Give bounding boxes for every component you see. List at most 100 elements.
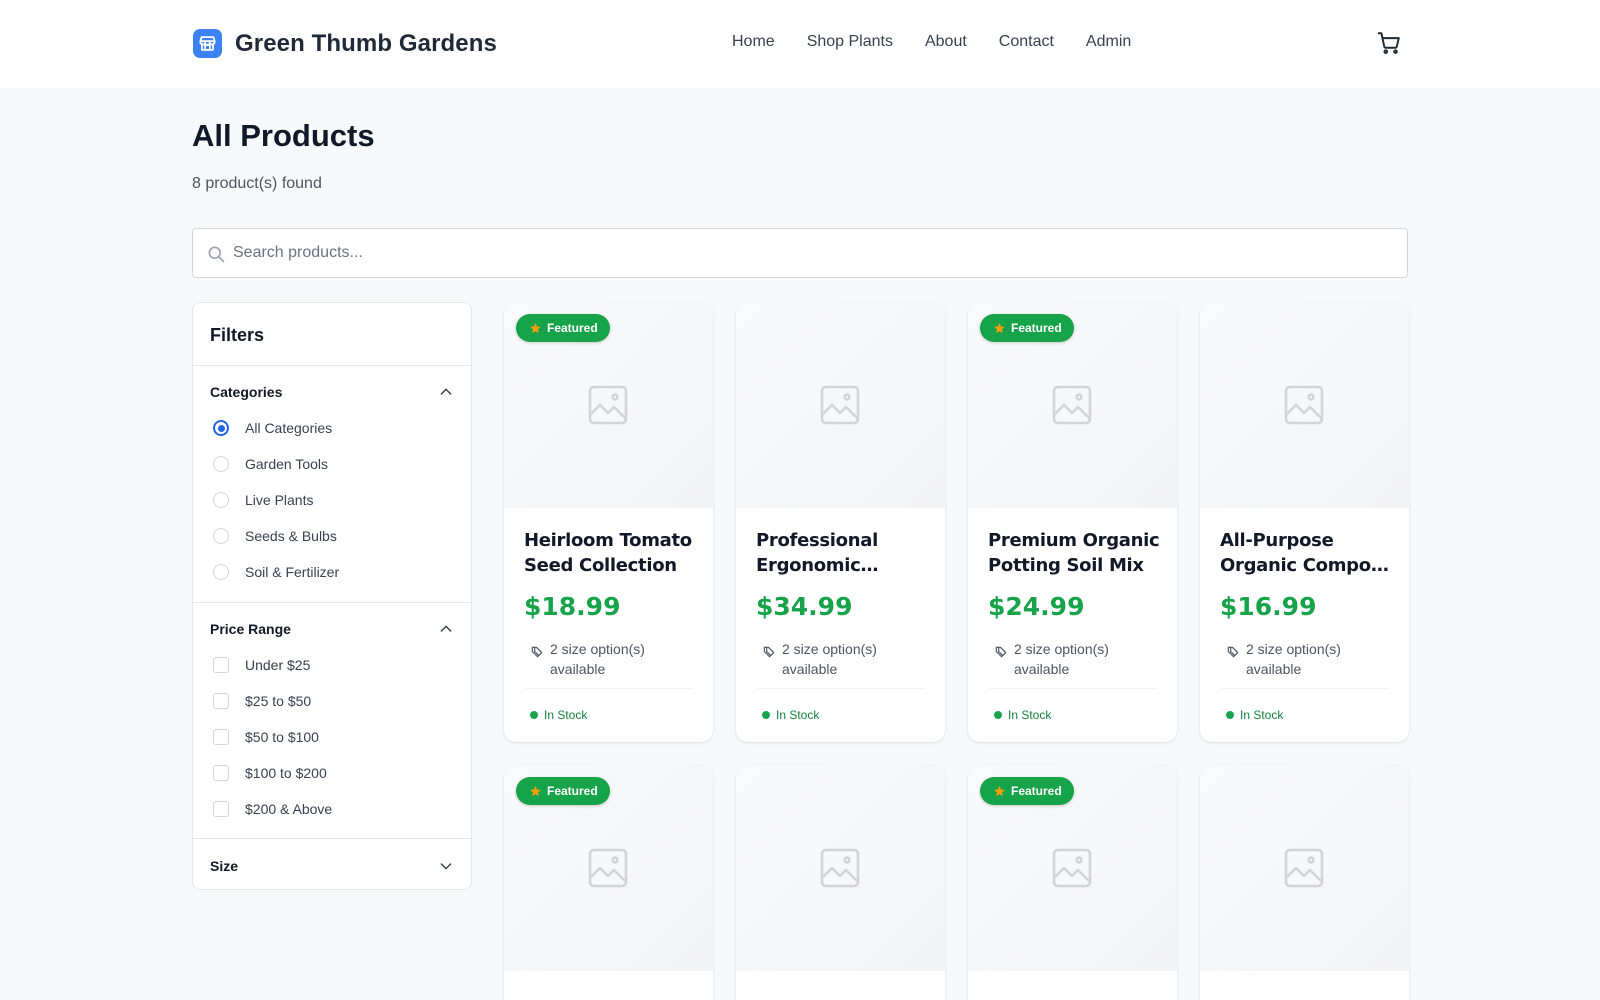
chevron-up-icon[interactable] — [438, 384, 454, 400]
stock-label: In Stock — [1240, 708, 1284, 722]
category-label: All Categories — [245, 420, 333, 436]
category-label: Live Plants — [245, 492, 314, 508]
image-placeholder-icon — [816, 844, 864, 892]
divider — [524, 688, 693, 689]
stock-dot-icon — [994, 711, 1002, 719]
product-name[interactable]: Heirloom Tomato Seed Collection — [524, 528, 698, 578]
chevron-up-icon[interactable] — [438, 621, 454, 637]
price-option-25-50[interactable]: $25 to $50 — [213, 691, 311, 711]
categories-title[interactable]: Categories — [210, 384, 282, 400]
tag-icon — [1226, 644, 1240, 658]
product-card[interactable]: Professional Ergonomic Pruning Shears $34… — [736, 302, 945, 742]
category-option-seeds-bulbs[interactable]: Seeds & Bulbs — [213, 526, 337, 546]
price-option-50-100[interactable]: $50 to $100 — [213, 727, 319, 747]
radio-button[interactable] — [213, 528, 229, 544]
star-icon — [529, 322, 542, 335]
stock-label: In Stock — [1008, 708, 1052, 722]
product-card[interactable] — [736, 765, 945, 1000]
featured-badge: Featured — [980, 777, 1074, 805]
nav-about[interactable]: About — [925, 33, 967, 51]
image-placeholder-icon — [816, 381, 864, 429]
price-range-title[interactable]: Price Range — [210, 621, 291, 637]
divider — [193, 602, 471, 603]
price-label: $25 to $50 — [245, 693, 312, 709]
product-price: $34.99 — [756, 592, 853, 621]
product-name[interactable]: Premium Organic Potting Soil Mix — [988, 528, 1162, 578]
price-option-200-above[interactable]: $200 & Above — [213, 799, 332, 819]
radio-button[interactable] — [213, 492, 229, 508]
category-label: Soil & Fertilizer — [245, 564, 340, 580]
checkbox[interactable] — [213, 657, 229, 673]
checkbox[interactable] — [213, 801, 229, 817]
product-name[interactable]: All-Purpose Organic Compost Blend — [1220, 528, 1394, 578]
product-image[interactable] — [1200, 302, 1409, 508]
product-card[interactable]: All-Purpose Organic Compost Blend $16.99 2… — [1200, 302, 1409, 742]
stock-label: In Stock — [776, 708, 820, 722]
size-options: 2 size option(s) available — [524, 639, 694, 679]
category-option-all[interactable]: All Categories — [213, 418, 332, 438]
size-options: 2 size option(s) available — [1220, 639, 1390, 679]
product-card[interactable]: Featured Heirloom Tomato Seed Collection $… — [504, 302, 713, 742]
checkbox[interactable] — [213, 765, 229, 781]
nav-shop-plants[interactable]: Shop Plants — [807, 33, 893, 51]
price-option-under-25[interactable]: Under $25 — [213, 655, 310, 675]
filters-title: Filters — [210, 325, 265, 345]
brand-name: Green Thumb Gardens — [235, 29, 497, 57]
price-label: Under $25 — [245, 657, 311, 673]
stock-dot-icon — [530, 711, 538, 719]
nav-admin[interactable]: Admin — [1086, 33, 1131, 51]
badge-label: Featured — [1011, 321, 1062, 335]
stock-dot-icon — [1226, 711, 1234, 719]
product-image[interactable] — [736, 765, 945, 971]
category-option-soil-fertilizer[interactable]: Soil & Fertilizer — [213, 562, 339, 582]
product-image[interactable] — [1200, 765, 1409, 971]
category-label: Garden Tools — [245, 456, 329, 472]
product-card[interactable]: Featured Premium Organic Potting Soil Mix… — [968, 302, 1177, 742]
divider — [988, 688, 1157, 689]
divider — [756, 688, 925, 689]
category-label: Seeds & Bulbs — [245, 528, 337, 544]
size-options-text: 2 size option(s) available — [782, 641, 877, 677]
product-price: $18.99 — [524, 592, 621, 621]
product-card[interactable]: Featured — [968, 765, 1177, 1000]
radio-button[interactable] — [213, 420, 229, 436]
checkbox[interactable] — [213, 729, 229, 745]
nav-home[interactable]: Home — [732, 33, 775, 51]
nav-contact[interactable]: Contact — [999, 33, 1054, 51]
checkbox[interactable] — [213, 693, 229, 709]
product-image[interactable] — [736, 302, 945, 508]
divider — [193, 838, 471, 839]
main-nav: Home Shop Plants About Contact Admin — [732, 33, 1163, 51]
site-header: Green Thumb Gardens Home Shop Plants Abo… — [0, 0, 1600, 88]
divider — [1220, 688, 1389, 689]
search-input[interactable] — [233, 230, 1393, 276]
radio-button[interactable] — [213, 456, 229, 472]
product-card[interactable]: Featured — [504, 765, 713, 1000]
store-icon — [193, 29, 222, 58]
product-name[interactable]: Professional Ergonomic Pruning Shears — [756, 528, 930, 578]
product-card[interactable] — [1200, 765, 1409, 1000]
price-option-100-200[interactable]: $100 to $200 — [213, 763, 327, 783]
cart-icon[interactable] — [1376, 30, 1402, 56]
category-option-garden-tools[interactable]: Garden Tools — [213, 454, 328, 474]
stock-status: In Stock — [988, 708, 1051, 722]
featured-badge: Featured — [516, 777, 610, 805]
product-price: $24.99 — [988, 592, 1085, 621]
size-options-text: 2 size option(s) available — [550, 641, 645, 677]
radio-button[interactable] — [213, 564, 229, 580]
chevron-down-icon[interactable] — [438, 858, 454, 874]
price-label: $200 & Above — [245, 801, 333, 817]
image-placeholder-icon — [1048, 381, 1096, 429]
brand[interactable]: Green Thumb Gardens — [193, 29, 497, 58]
size-options-text: 2 size option(s) available — [1014, 641, 1109, 677]
size-options-text: 2 size option(s) available — [1246, 641, 1341, 677]
category-option-live-plants[interactable]: Live Plants — [213, 490, 313, 510]
image-placeholder-icon — [584, 844, 632, 892]
badge-label: Featured — [547, 784, 598, 798]
stock-status: In Stock — [524, 708, 587, 722]
size-title[interactable]: Size — [210, 858, 238, 874]
featured-badge: Featured — [980, 314, 1074, 342]
badge-label: Featured — [547, 321, 598, 335]
featured-badge: Featured — [516, 314, 610, 342]
search-bar — [192, 228, 1408, 278]
